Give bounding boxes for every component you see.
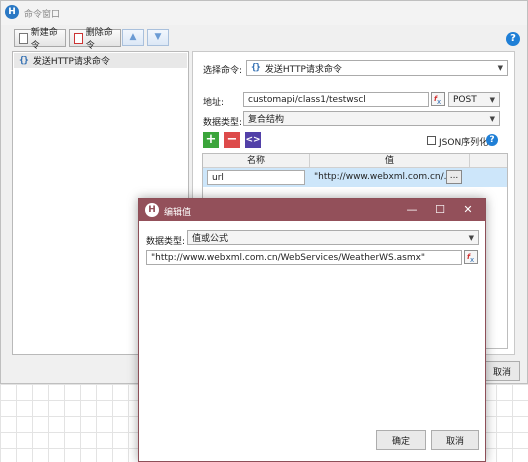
formula-edit-icon[interactable]: fx	[464, 250, 478, 264]
maximize-icon[interactable]: ☐	[425, 199, 455, 221]
table-row[interactable]: url "http://www.webxml.com.cn/... ...	[203, 168, 507, 187]
minimize-icon[interactable]: —	[397, 199, 427, 221]
json-serialize-label: JSON序列化	[439, 138, 489, 148]
plus-icon: +	[205, 132, 217, 147]
code-view-button[interactable]: <>	[245, 132, 261, 148]
code-brackets-icon: <>	[245, 135, 261, 145]
grid-header: 名称 值	[203, 154, 507, 168]
address-input[interactable]: customapi/class1/testwscl	[243, 92, 429, 107]
param-value-cell[interactable]: "http://www.webxml.com.cn/...	[314, 172, 452, 182]
add-row-button[interactable]: +	[203, 132, 219, 148]
edit-value-dialog: H 编辑值 — ☐ ✕ 数据类型: 值或公式 ▼ "http://www.web…	[138, 198, 486, 462]
column-header-name[interactable]: 名称	[203, 154, 310, 168]
new-command-button[interactable]: 新建命令	[14, 28, 66, 51]
move-down-button[interactable]: ▼	[147, 29, 169, 46]
minus-icon: −	[226, 132, 238, 147]
delete-document-icon	[74, 32, 83, 44]
chevron-down-icon: ▼	[468, 233, 474, 242]
remove-row-button[interactable]: −	[224, 132, 240, 148]
ok-button[interactable]: 确定	[376, 430, 426, 450]
arrow-up-icon: ▲	[129, 32, 137, 42]
function-brace-icon: {}	[19, 55, 29, 66]
dialog-title: 编辑值	[164, 208, 192, 218]
param-name-input[interactable]: url	[207, 170, 305, 185]
new-command-label: 新建命令	[30, 28, 58, 51]
edit-value-button[interactable]: ...	[446, 170, 462, 184]
address-label: 地址:	[203, 98, 225, 108]
dialog-titlebar: H 编辑值 — ☐ ✕	[139, 199, 485, 221]
arrow-down-icon: ▼	[154, 32, 162, 42]
window-title: 命令窗口	[24, 10, 61, 20]
help-icon[interactable]: ?	[486, 134, 498, 146]
data-type-dropdown[interactable]: 复合结构 ▼	[243, 111, 500, 126]
function-brace-icon: {}	[251, 63, 261, 73]
http-method-value: POST	[453, 94, 477, 105]
delete-command-label: 删除命令	[85, 28, 113, 51]
chevron-down-icon: ▼	[489, 95, 495, 104]
json-serialize-checkbox[interactable]	[427, 136, 436, 145]
http-method-dropdown[interactable]: POST ▼	[448, 92, 500, 107]
select-command-label: 选择命令:	[203, 66, 243, 76]
data-type-value: 复合结构	[248, 115, 285, 125]
tree-item-label: 发送HTTP请求命令	[32, 57, 110, 67]
formula-edit-icon[interactable]: fx	[431, 92, 445, 106]
select-command-dropdown[interactable]: {} 发送HTTP请求命令 ▼	[246, 60, 508, 76]
value-input[interactable]: "http://www.webxml.com.cn/WebServices/We…	[146, 250, 462, 265]
tree-item-send-http[interactable]: {} 发送HTTP请求命令	[14, 53, 187, 68]
close-icon[interactable]: ✕	[453, 199, 483, 221]
app-logo-icon: H	[145, 203, 159, 217]
move-up-button[interactable]: ▲	[122, 29, 144, 46]
column-header-value[interactable]: 值	[310, 154, 470, 168]
dialog-data-type-value: 值或公式	[192, 234, 229, 244]
help-icon[interactable]: ?	[506, 32, 520, 46]
select-command-value: 发送HTTP请求命令	[264, 64, 342, 75]
dialog-cancel-button[interactable]: 取消	[431, 430, 479, 450]
main-cancel-button[interactable]: 取消	[484, 361, 520, 381]
dialog-data-type-dropdown[interactable]: 值或公式 ▼	[187, 230, 479, 245]
delete-command-button[interactable]: 删除命令	[69, 28, 121, 51]
main-titlebar: H 命令窗口	[1, 1, 527, 25]
app-logo-icon: H	[5, 5, 19, 19]
chevron-down-icon: ▼	[489, 114, 495, 123]
data-type-label: 数据类型:	[203, 118, 243, 128]
dialog-data-type-label: 数据类型:	[146, 237, 186, 247]
new-document-icon	[19, 32, 28, 44]
chevron-down-icon: ▼	[497, 64, 503, 72]
